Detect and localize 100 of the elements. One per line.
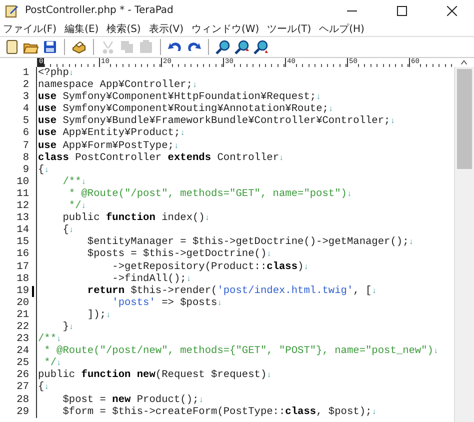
line-number: 13 bbox=[16, 212, 29, 224]
new-file-icon[interactable] bbox=[4, 39, 20, 55]
line-break-mark: ↓ bbox=[56, 359, 62, 368]
line-number: 12 bbox=[16, 200, 29, 212]
line-number: 14 bbox=[16, 224, 29, 236]
comment-text: */ bbox=[43, 357, 57, 370]
line-number: 16 bbox=[16, 248, 29, 260]
keyword-text: use bbox=[38, 115, 57, 128]
line-break-mark: ↓ bbox=[192, 81, 198, 90]
line-number: 19 bbox=[16, 284, 29, 297]
line-break-mark: ↓ bbox=[44, 166, 49, 175]
keyword-text: function new bbox=[81, 369, 156, 382]
line-number: 15 bbox=[16, 236, 29, 248]
line-number: 5 bbox=[22, 115, 29, 128]
line-break-mark: ↓ bbox=[304, 262, 309, 272]
printer-icon[interactable] bbox=[71, 39, 87, 55]
code-text: App¥Entity¥Product; bbox=[62, 127, 180, 140]
line-break-mark: ↓ bbox=[433, 347, 438, 356]
menu-item[interactable]: ファイル(F) bbox=[3, 22, 57, 36]
line-number: 8 bbox=[22, 152, 29, 164]
menu-item[interactable]: 表示(V) bbox=[148, 22, 184, 36]
keyword-text: use bbox=[38, 127, 57, 140]
keyword-text: return bbox=[86, 284, 125, 297]
line-number: 4 bbox=[22, 103, 29, 116]
code-text: } bbox=[62, 320, 69, 333]
keyword-text: new bbox=[112, 394, 131, 406]
search-icon[interactable] bbox=[215, 39, 231, 55]
line-number: 24 bbox=[16, 345, 29, 358]
code-text: public bbox=[38, 369, 76, 382]
line-break-mark: ↓ bbox=[174, 142, 179, 151]
menu-item[interactable]: ツール(T) bbox=[267, 22, 312, 36]
code-text: Symfony¥Component¥Routing¥Annotation¥Route; bbox=[62, 103, 328, 116]
comment-text: * @Route("/post/new", methods={"GET", "POST"}, name="post_new") bbox=[43, 345, 434, 358]
line-number: 28 bbox=[16, 394, 29, 406]
code-text: $entityManager = $this->getDoctrine()->getManager(); bbox=[86, 236, 409, 248]
line-number: 29 bbox=[16, 406, 29, 418]
line-number: 2 bbox=[22, 79, 29, 92]
code-text: $form = $this->createForm(PostType:: bbox=[62, 406, 286, 418]
line-break-mark: ↓ bbox=[204, 214, 210, 224]
line-number: 21 bbox=[16, 308, 29, 321]
line-break-mark: ↓ bbox=[44, 383, 49, 392]
code-text: , $post); bbox=[316, 406, 372, 418]
line-number: 9 bbox=[22, 164, 29, 176]
line-break-mark: ↓ bbox=[266, 250, 272, 260]
maximize-icon[interactable] bbox=[397, 6, 407, 16]
line-number: 25 bbox=[16, 357, 29, 370]
search-next-icon[interactable] bbox=[253, 39, 269, 55]
keyword-text: function bbox=[106, 212, 156, 224]
line-break-mark: ↓ bbox=[346, 190, 352, 199]
code-text: $post = bbox=[62, 394, 107, 406]
menu-item[interactable]: ウィンドウ(W) bbox=[192, 22, 260, 36]
keyword-text: extends bbox=[168, 152, 212, 164]
code-text: Controller bbox=[216, 152, 280, 164]
line-break-mark: ↓ bbox=[81, 178, 86, 187]
code-text: ) bbox=[298, 260, 304, 272]
code-text: public bbox=[62, 212, 101, 224]
code-text: namespace App¥Controller; bbox=[38, 79, 192, 92]
keyword-text: class bbox=[38, 152, 69, 164]
line-number: 20 bbox=[16, 296, 29, 309]
menu-item[interactable]: ヘルプ(H) bbox=[319, 22, 364, 36]
code-text: { bbox=[38, 381, 44, 394]
line-break-mark: ↓ bbox=[180, 129, 185, 138]
code-text: { bbox=[38, 164, 44, 176]
scrollbar[interactable] bbox=[454, 67, 474, 422]
close-icon[interactable] bbox=[447, 6, 457, 16]
comment-text: /** bbox=[38, 333, 57, 346]
line-break-mark: ↓ bbox=[372, 408, 377, 417]
line-break-mark: ↓ bbox=[56, 335, 62, 344]
line-number: 18 bbox=[16, 272, 29, 285]
keyword-text: use bbox=[38, 103, 57, 116]
comment-text: * @Route("/post", methods="GET", name="post") bbox=[68, 188, 347, 200]
code-text: ->getRepository(Product:: bbox=[111, 260, 267, 272]
code-text: Symfony¥Bundle¥FrameworkBundle¥Controller¥Controller; bbox=[62, 115, 390, 128]
search-previous-icon[interactable] bbox=[234, 39, 250, 55]
line-number: 6 bbox=[22, 127, 29, 140]
menu-item[interactable]: 編集(E) bbox=[64, 22, 99, 36]
scroll-thumb[interactable] bbox=[457, 69, 472, 169]
line-break-mark: ↓ bbox=[279, 154, 284, 163]
code-text: App¥Form¥PostType; bbox=[62, 140, 174, 152]
code-text: index() bbox=[160, 212, 205, 224]
comment-text: /** bbox=[62, 176, 82, 188]
line-break-mark: ↓ bbox=[390, 117, 396, 126]
scroll-up-icon[interactable] bbox=[459, 58, 469, 67]
code-text: Product(); bbox=[136, 394, 199, 406]
comment-text: */ bbox=[68, 200, 82, 212]
code-text: PostController bbox=[74, 152, 163, 164]
menu-item[interactable]: 検索(S) bbox=[106, 22, 141, 36]
keyword-text: use bbox=[38, 91, 57, 104]
save-icon[interactable] bbox=[42, 39, 58, 55]
code-text: $this->render( bbox=[130, 284, 218, 297]
line-number: 17 bbox=[16, 260, 29, 273]
notepad-icon bbox=[5, 4, 19, 18]
keyword-text: class bbox=[285, 406, 316, 418]
line-break-mark: ↓ bbox=[266, 371, 272, 380]
string-text: 'post/index.html.twig' bbox=[217, 284, 354, 297]
line-break-mark: ↓ bbox=[198, 396, 204, 405]
line-break-mark: ↓ bbox=[68, 226, 74, 236]
code-text: , [ bbox=[353, 284, 372, 297]
keyword-text: use bbox=[38, 140, 57, 152]
line-break-mark: ↓ bbox=[328, 105, 334, 114]
